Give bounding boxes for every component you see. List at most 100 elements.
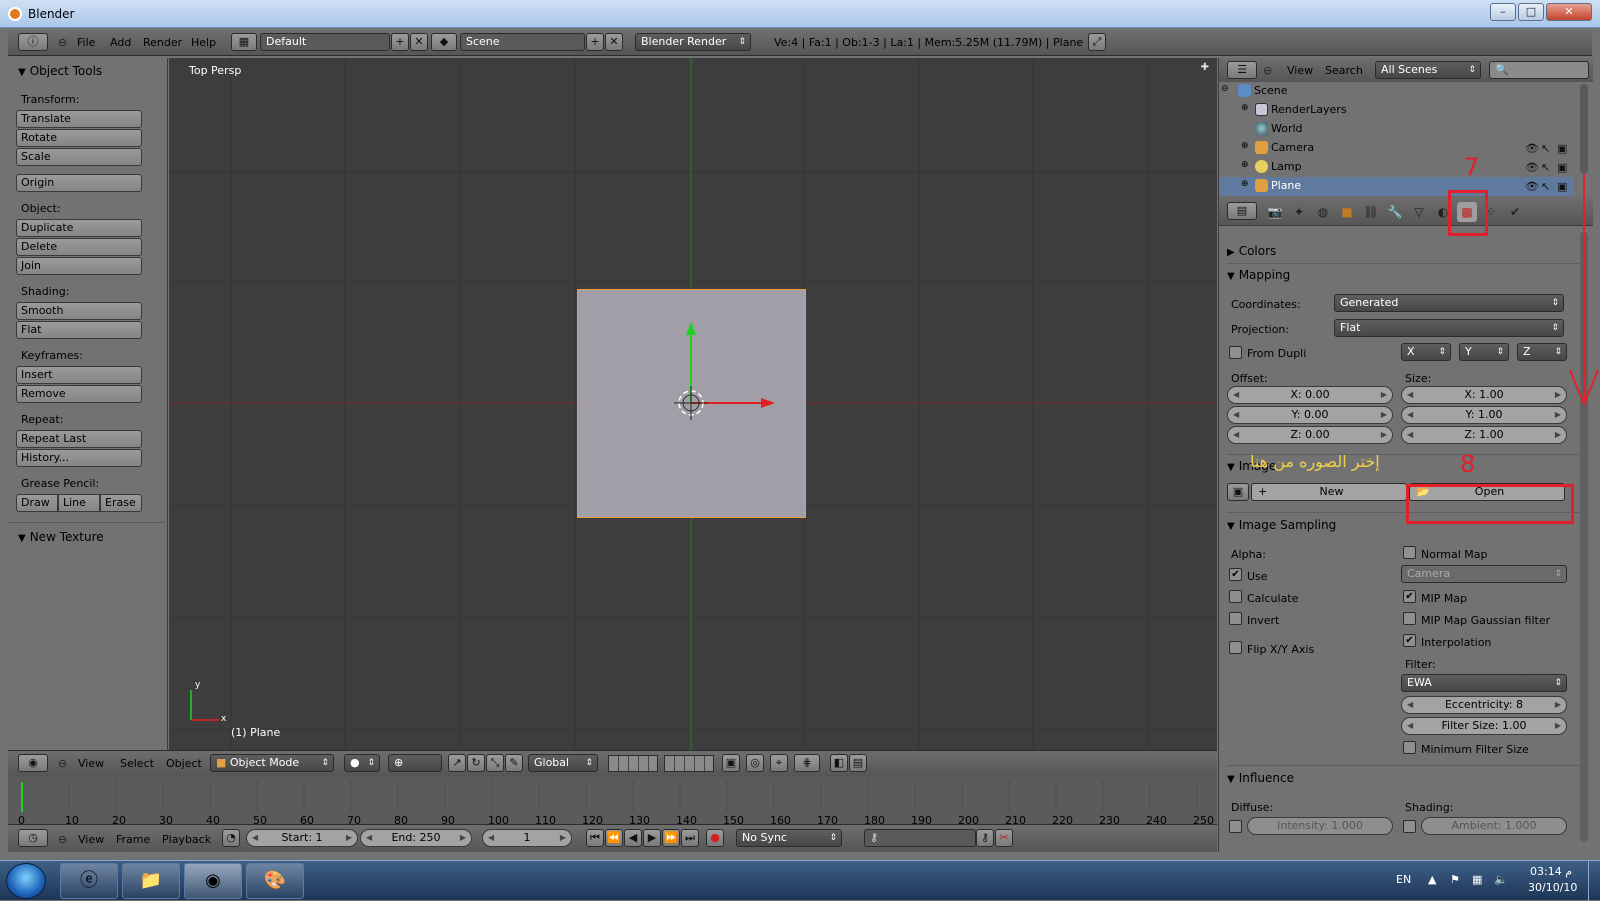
origin-button[interactable]: Origin	[16, 174, 142, 192]
expand-toggle-icon[interactable]: ⊕	[1241, 141, 1249, 151]
render-animation-icon[interactable]: ▤	[849, 754, 867, 772]
cursor-icon[interactable]: ↖	[1541, 142, 1550, 155]
timeline[interactable]: 0 10 20 30 40 50 60 70 80 90 100 110 120 130 140 150 160…	[8, 776, 1217, 827]
tab-object[interactable]: ■	[1337, 202, 1357, 222]
menu-frame[interactable]: Frame	[116, 833, 150, 846]
object-mode-dropdown[interactable]: ■ Object Mode ⇕	[210, 754, 334, 772]
menu-file[interactable]: File	[77, 36, 95, 49]
translate-button[interactable]: Translate	[16, 110, 142, 128]
offset-x-field[interactable]: ◀ X: 0.00 ▶	[1227, 386, 1393, 404]
volume-icon[interactable]: 🔈	[1494, 873, 1508, 886]
outliner-scrollbar[interactable]	[1580, 84, 1588, 174]
tab-data[interactable]: ▽	[1409, 202, 1429, 222]
rotate-button[interactable]: Rotate	[16, 129, 142, 147]
menu-playback[interactable]: Playback	[162, 833, 211, 846]
duplicate-button[interactable]: Duplicate	[16, 219, 142, 237]
history-button[interactable]: History...	[16, 449, 142, 467]
jump-key-back-icon[interactable]: ⏪	[605, 829, 623, 847]
show-hidden-icons-icon[interactable]: ▲	[1428, 873, 1436, 886]
end-frame-field[interactable]: ◀ End: 250 ▶	[360, 829, 472, 847]
jump-key-forward-icon[interactable]: ⏩	[662, 829, 680, 847]
use-alpha-checkbox[interactable]: ✔	[1229, 568, 1242, 581]
object-tools-header[interactable]: ▼ Object Tools	[18, 64, 102, 78]
viewport-options-icon[interactable]: ✚	[1201, 62, 1209, 73]
maximize-button[interactable]: □	[1518, 3, 1544, 21]
paint-icon[interactable]: 🎨	[246, 863, 304, 899]
calculate-alpha-checkbox[interactable]	[1229, 590, 1242, 603]
blender-taskbar-icon[interactable]: ◉	[184, 863, 242, 899]
menu-render[interactable]: Render	[143, 36, 182, 49]
offset-y-field[interactable]: ◀ Y: 0.00 ▶	[1227, 406, 1393, 424]
new-image-button[interactable]: + New	[1251, 483, 1407, 501]
image-browse-icon[interactable]: ▣	[1227, 483, 1249, 501]
draw-button[interactable]: Draw	[16, 494, 58, 512]
collapse-icon[interactable]: ⊖	[58, 833, 67, 846]
action-center-icon[interactable]: ⚑	[1450, 873, 1460, 886]
tab-scene[interactable]: ✦	[1289, 202, 1309, 222]
manipulator-translate-icon[interactable]: ↗	[448, 754, 466, 772]
remove-keyframe-button[interactable]: Remove	[16, 385, 142, 403]
expand-toggle-icon[interactable]: ⊕	[1241, 179, 1249, 189]
collapse-toggle-icon[interactable]: ⊖	[1221, 84, 1229, 94]
eye-icon[interactable]: 👁	[1525, 180, 1539, 193]
layer-buttons-a[interactable]	[608, 755, 658, 772]
menu-select[interactable]: Select	[120, 757, 154, 770]
delete-button[interactable]: Delete	[16, 238, 142, 256]
eccentricity-field[interactable]: ◀ Eccentricity: 8 ▶	[1401, 696, 1567, 714]
expand-toggle-icon[interactable]: ⊕	[1241, 103, 1249, 113]
editor-type-properties-icon[interactable]: ▤	[1227, 202, 1257, 220]
projection-dropdown[interactable]: Flat ⇕	[1334, 319, 1564, 337]
remove-layout-icon[interactable]: ✕	[410, 33, 428, 51]
current-frame-field[interactable]: ◀ 1 ▶	[482, 829, 572, 847]
tab-world[interactable]: ◍	[1313, 202, 1333, 222]
map-x-dropdown[interactable]: X ⇕	[1401, 343, 1451, 361]
eye-icon[interactable]: 👁	[1525, 142, 1539, 155]
scene-field[interactable]: Scene	[460, 33, 585, 51]
mip-map-checkbox[interactable]: ✔	[1403, 590, 1416, 603]
start-button[interactable]	[6, 863, 46, 899]
proportional-edit-icon[interactable]: ◎	[746, 754, 764, 772]
ambient-checkbox[interactable]	[1403, 820, 1416, 833]
flip-axis-checkbox[interactable]	[1229, 641, 1242, 654]
tab-physics[interactable]: ✔	[1505, 202, 1525, 222]
editor-type-outliner-icon[interactable]: ☰	[1227, 61, 1257, 79]
add-layout-icon[interactable]: +	[391, 33, 409, 51]
scene-icon[interactable]: ◆	[431, 33, 457, 51]
normal-map-checkbox[interactable]	[1403, 546, 1416, 559]
delete-keyframe-icon[interactable]: ✂	[995, 829, 1013, 847]
scale-button[interactable]: Scale	[16, 148, 142, 166]
repeat-last-button[interactable]: Repeat Last	[16, 430, 142, 448]
manipulator-extra-icon[interactable]: ✎	[505, 754, 523, 772]
layout-field[interactable]: Default	[260, 33, 390, 51]
tab-render[interactable]: 📷	[1265, 202, 1285, 222]
collapse-icon[interactable]: ⊖	[58, 36, 67, 49]
explorer-folder-icon[interactable]: 📁	[122, 863, 180, 899]
coordinates-dropdown[interactable]: Generated ⇕	[1334, 294, 1564, 312]
show-desktop-button[interactable]	[1588, 861, 1600, 901]
menu-search[interactable]: Search	[1325, 64, 1363, 77]
outliner-row-camera[interactable]: ⊕ Camera 👁 ↖ ▣	[1219, 139, 1574, 158]
new-texture-header[interactable]: ▼ New Texture	[18, 530, 104, 544]
influence-panel-header[interactable]: ▼ Influence	[1227, 771, 1294, 785]
offset-z-field[interactable]: ◀ Z: 0.00 ▶	[1227, 426, 1393, 444]
clock-date[interactable]: 30/10/10	[1528, 881, 1577, 894]
render-preview-icon[interactable]: ◧	[830, 754, 848, 772]
editor-type-timeline-icon[interactable]: ◷	[18, 829, 48, 847]
record-icon[interactable]: ●	[706, 829, 724, 847]
clock-time[interactable]: 03:14 م	[1530, 865, 1572, 878]
cursor-icon[interactable]: ↖	[1541, 161, 1550, 174]
manipulator-scale-icon[interactable]: ⤡	[486, 754, 504, 772]
jump-start-icon[interactable]: ⏮	[586, 829, 604, 847]
menu-view[interactable]: View	[1287, 64, 1313, 77]
start-frame-field[interactable]: ◀ Start: 1 ▶	[246, 829, 358, 847]
manipulator-rotate-icon[interactable]: ↻	[467, 754, 485, 772]
collapse-icon[interactable]: ⊖	[1263, 64, 1272, 77]
outliner-row-renderlayers[interactable]: ⊕ RenderLayers	[1219, 101, 1574, 120]
outliner-row-plane[interactable]: ⊕ Plane 👁 ↖ ▣	[1219, 177, 1574, 196]
image-sampling-panel-header[interactable]: ▼ Image Sampling	[1227, 518, 1336, 532]
mapping-panel-header[interactable]: ▼ Mapping	[1227, 268, 1290, 282]
display-mode-dropdown[interactable]: All Scenes ⇕	[1375, 61, 1481, 79]
tab-constraints[interactable]: ⛓	[1361, 202, 1381, 222]
size-y-field[interactable]: ◀ Y: 1.00 ▶	[1401, 406, 1567, 424]
expand-toggle-icon[interactable]: ⊕	[1241, 160, 1249, 170]
